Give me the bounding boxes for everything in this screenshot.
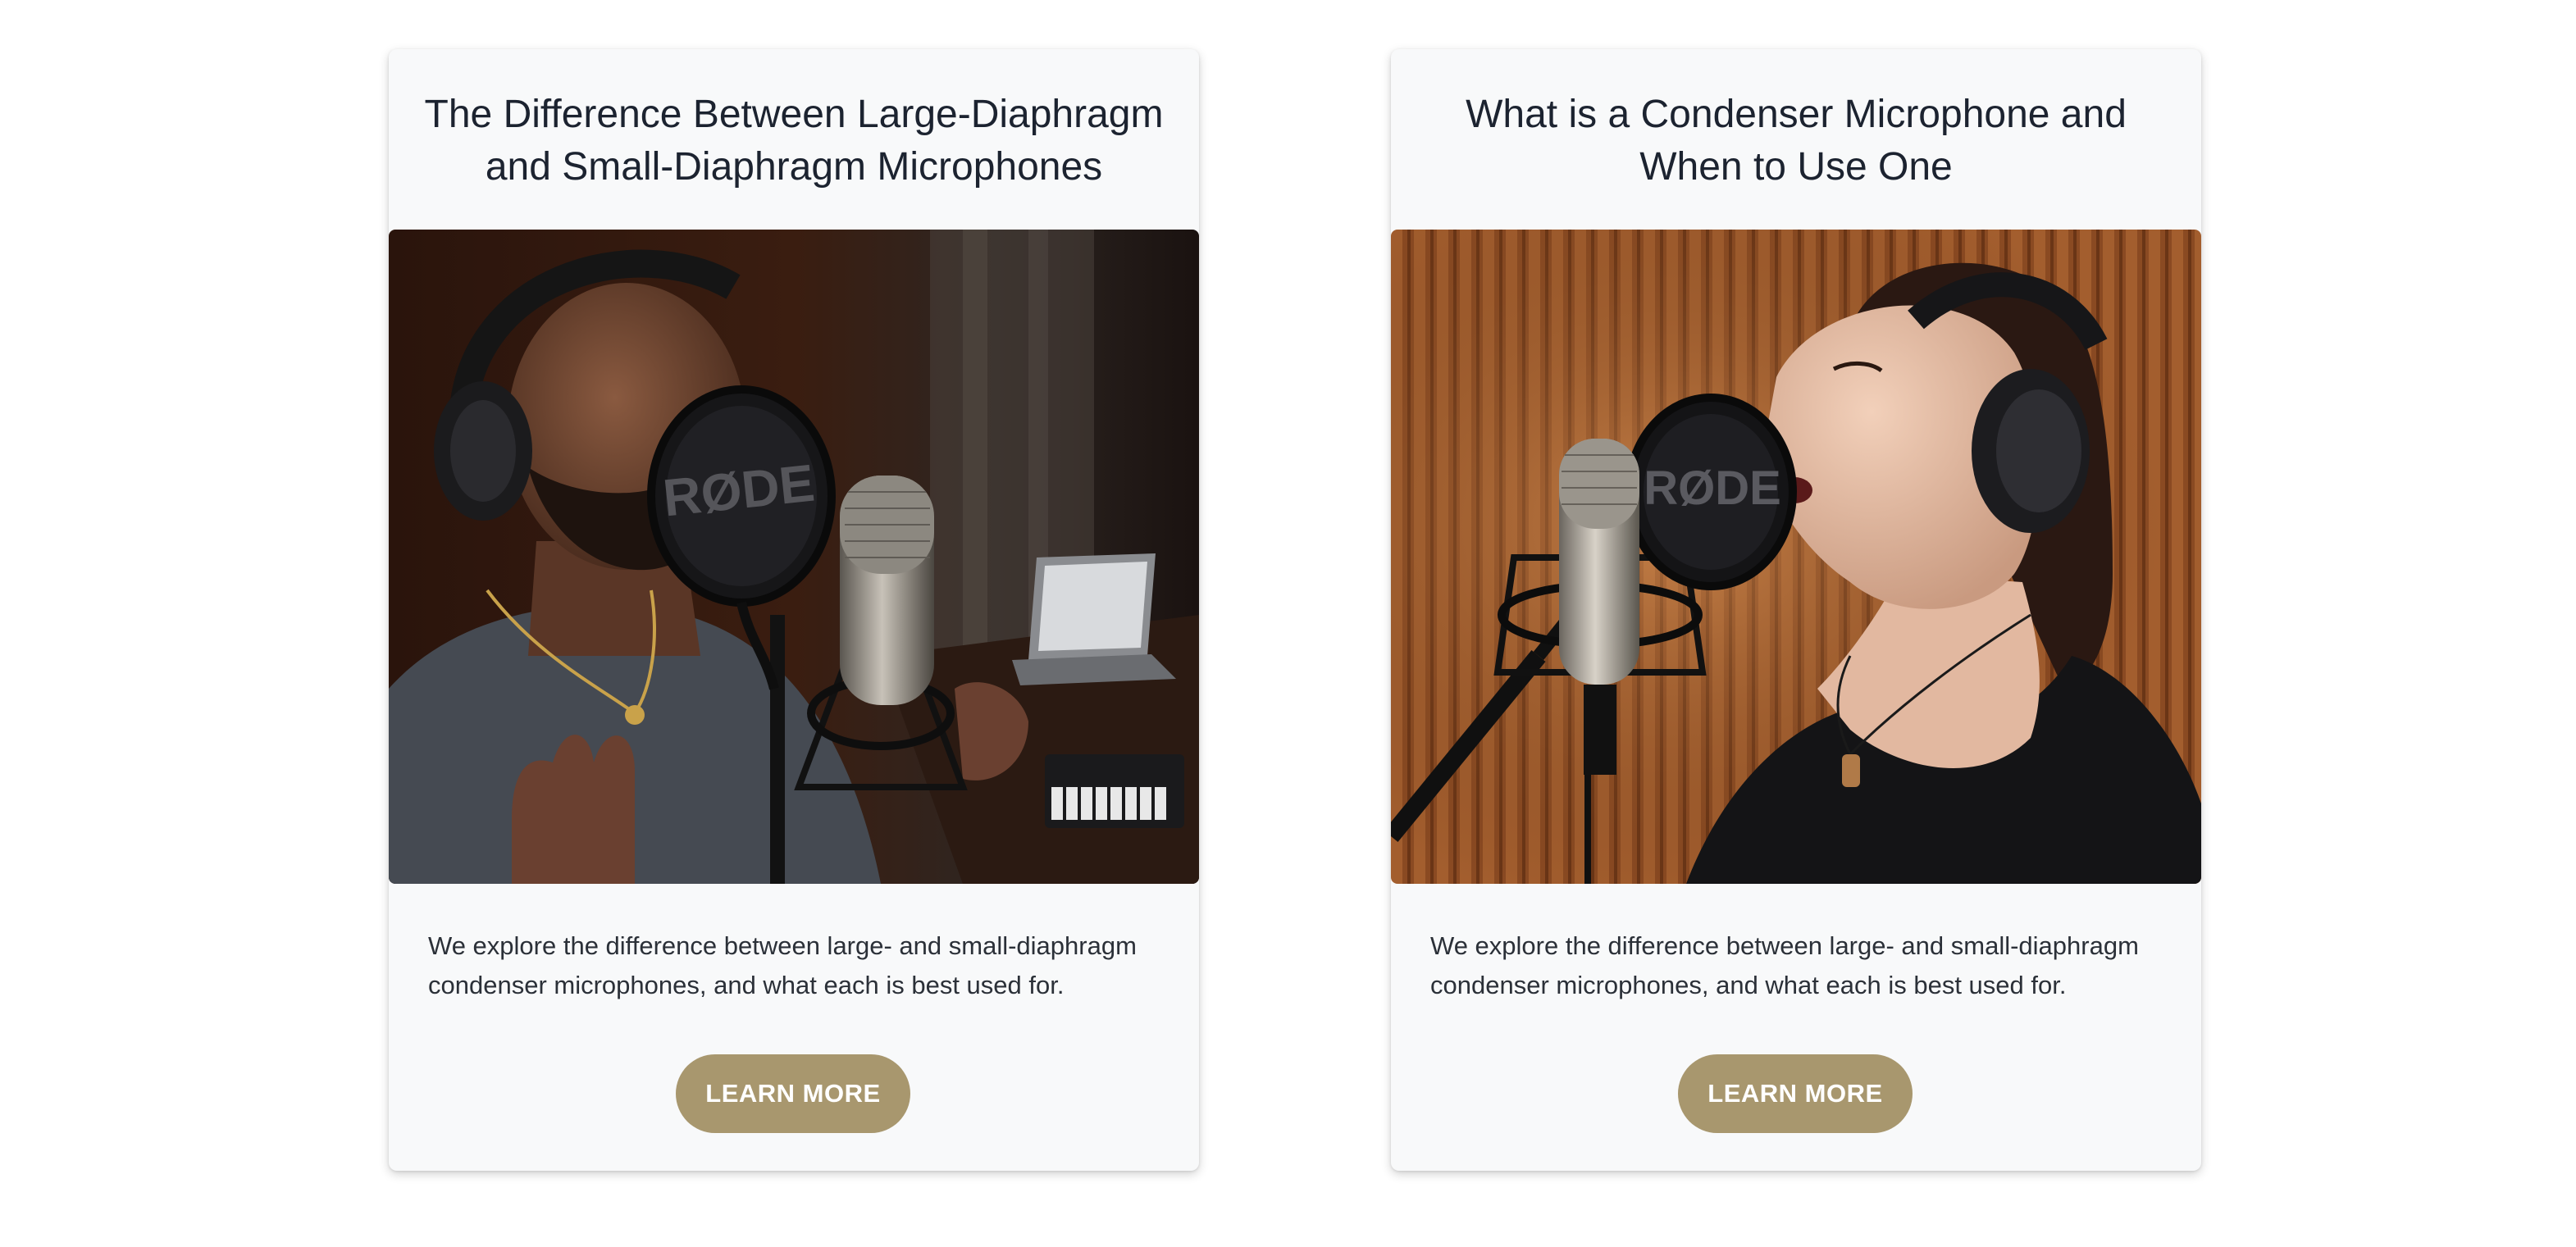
card-description-line: We explore the difference between large-…	[428, 931, 1137, 960]
card-description-line: condenser microphones, and what each is …	[1430, 971, 2067, 999]
card-title-line: The Difference Between Large-Diaphragm	[424, 93, 1164, 136]
card-description: We explore the difference between large-…	[428, 926, 1166, 1005]
card-title-line: and Small-Diaphragm Microphones	[485, 145, 1103, 189]
learn-more-button[interactable]: LEARN MORE	[676, 1054, 910, 1133]
card-title-line: When to Use One	[1639, 145, 1953, 189]
card-title-line: What is a Condenser Microphone and	[1466, 93, 2127, 136]
card-title[interactable]: What is a Condenser Microphone and When …	[1424, 89, 2168, 193]
article-cards: The Difference Between Large-Diaphragm a…	[0, 0, 2576, 1247]
card-description-line: condenser microphones, and what each is …	[428, 971, 1065, 999]
article-card-1: The Difference Between Large-Diaphragm a…	[389, 49, 1199, 1171]
card-title[interactable]: The Difference Between Large-Diaphragm a…	[422, 89, 1166, 193]
card-description-line: We explore the difference between large-…	[1430, 931, 2139, 960]
learn-more-button[interactable]: LEARN MORE	[1678, 1054, 1913, 1133]
article-image[interactable]: RØDE	[1391, 230, 2201, 884]
singer-studio-photo: RØDE	[389, 230, 1199, 884]
article-image[interactable]: RØDE	[389, 230, 1199, 884]
singer-studio-photo: RØDE	[1391, 230, 2201, 884]
card-description: We explore the difference between large-…	[1430, 926, 2168, 1005]
image-logo-text: RØDE	[1644, 462, 1781, 515]
article-card-2: What is a Condenser Microphone and When …	[1391, 49, 2201, 1171]
